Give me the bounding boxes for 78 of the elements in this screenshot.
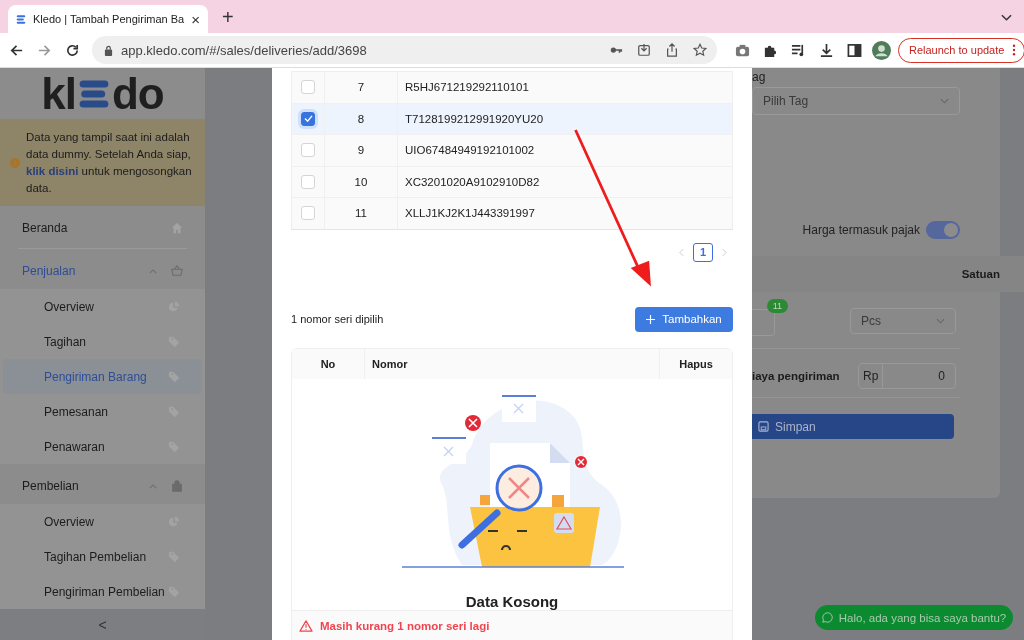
add-button[interactable]: Tambahkan bbox=[635, 306, 733, 332]
install-icon[interactable] bbox=[637, 43, 651, 57]
chevron-down-icon bbox=[940, 98, 949, 104]
share-icon[interactable] bbox=[665, 43, 679, 57]
avatar-icon[interactable] bbox=[872, 40, 891, 60]
table-cell-text: UIO67484949192101002 bbox=[404, 143, 536, 159]
column-header: No bbox=[292, 348, 365, 379]
table-cell-text: R5HJ671219292110101 bbox=[404, 80, 530, 96]
row-checkbox[interactable] bbox=[301, 111, 315, 126]
relaunch-button[interactable]: Relaunch to update bbox=[898, 37, 1024, 63]
chat-bubble-icon bbox=[821, 612, 833, 623]
chevron-down-icon[interactable] bbox=[1001, 14, 1012, 22]
info-icon bbox=[10, 157, 20, 168]
tag-select[interactable]: Pilih Tag bbox=[752, 87, 960, 115]
field-label: iaya pengiriman bbox=[752, 370, 840, 382]
column-header: Nomor bbox=[365, 348, 660, 379]
home-icon bbox=[171, 222, 183, 234]
star-icon[interactable] bbox=[693, 43, 707, 57]
save-button[interactable]: Simpan bbox=[752, 414, 954, 439]
close-tab-button[interactable]: × bbox=[191, 10, 200, 28]
table-cell: 11 bbox=[325, 198, 398, 229]
chevron-icon bbox=[149, 483, 157, 489]
sidebar-subitem[interactable]: Overview bbox=[3, 289, 202, 324]
column-header: Satuan bbox=[961, 268, 1000, 280]
new-tab-button[interactable]: + bbox=[222, 6, 234, 29]
checkmark-icon bbox=[303, 115, 313, 123]
table-cell: 10 bbox=[325, 166, 398, 197]
side-panel-icon[interactable] bbox=[847, 42, 862, 58]
sidebar-subitem[interactable]: Overview bbox=[3, 504, 202, 539]
stacked-bars-icon bbox=[16, 12, 26, 26]
chevron-down-icon bbox=[936, 318, 945, 324]
warning-icon bbox=[299, 620, 313, 632]
sidebar-subitem[interactable]: Tagihan bbox=[3, 324, 202, 359]
browser-tab[interactable]: Kledo | Tambah Pengiriman Ba × bbox=[8, 5, 208, 33]
empty-state-title: Data Kosong bbox=[465, 592, 559, 610]
download-icon[interactable] bbox=[819, 42, 834, 58]
sidebar-item[interactable]: Pembelian bbox=[0, 468, 205, 504]
logo-bars-icon bbox=[77, 78, 110, 109]
table-cell: 7 bbox=[325, 72, 398, 103]
toggle-label: Harga termasuk pajak bbox=[802, 223, 920, 237]
chevron-icon bbox=[149, 268, 157, 274]
tax-toggle[interactable] bbox=[926, 221, 960, 239]
basket-icon bbox=[171, 265, 183, 277]
tag-icon bbox=[168, 370, 180, 383]
unit-select[interactable]: Pcs bbox=[850, 308, 956, 334]
more-icon bbox=[1012, 44, 1017, 56]
page-button[interactable]: 1 bbox=[693, 242, 713, 262]
clear-data-link[interactable]: klik disini bbox=[26, 164, 79, 177]
collapse-sidebar-button[interactable]: < bbox=[0, 609, 205, 640]
plus-icon bbox=[646, 314, 656, 324]
camera-icon[interactable] bbox=[735, 42, 750, 58]
logo: kl do bbox=[40, 68, 165, 119]
lock-icon bbox=[104, 44, 113, 56]
table-cell-text: XLLJ1KJ2K1J443391997 bbox=[404, 206, 536, 222]
sidebar-subitem[interactable]: Penawaran bbox=[3, 429, 202, 464]
bag-icon bbox=[171, 480, 183, 492]
table-cell-text: T7128199212991920YU20 bbox=[404, 111, 545, 127]
stock-badge: 11 bbox=[766, 299, 788, 313]
notice-text: Data yang tampil saat ini adalah data dummy. Setelah Anda siap, klik disini untuk mengosongkan data. bbox=[26, 129, 193, 196]
sidebar-item[interactable]: Beranda bbox=[0, 210, 205, 246]
table-cell: 8 bbox=[325, 103, 398, 134]
table-cell-text: XC3201020A9102910D82 bbox=[404, 174, 541, 190]
media-icon[interactable] bbox=[791, 42, 806, 58]
field-label: ag bbox=[752, 70, 767, 84]
shipping-cost-field[interactable]: Rp 0 bbox=[858, 363, 956, 389]
address-bar[interactable]: app.kledo.com/#/sales/deliveries/add/3698 bbox=[92, 36, 717, 64]
selection-count: 1 nomor seri dipilih bbox=[291, 313, 384, 325]
sidebar-subitem[interactable]: Pengiriman Barang bbox=[3, 359, 202, 394]
warning-message: Masih kurang 1 nomor seri lagi bbox=[320, 620, 490, 632]
chat-button[interactable]: Halo, ada yang bisa saya bantu? bbox=[815, 605, 1013, 630]
tab-title: Kledo | Tambah Pengiriman Ba bbox=[33, 13, 185, 25]
column-header: Hapus bbox=[678, 356, 714, 372]
sidebar-subitem[interactable]: Pengiriman Pembelian bbox=[3, 574, 202, 609]
save-icon bbox=[758, 421, 769, 432]
table-cell: 9 bbox=[325, 135, 398, 166]
sidebar-subitem[interactable]: Pemesanan bbox=[3, 394, 202, 429]
sidebar-subitem[interactable]: Tagihan Pembelian bbox=[3, 539, 202, 574]
reload-icon[interactable] bbox=[65, 42, 80, 58]
